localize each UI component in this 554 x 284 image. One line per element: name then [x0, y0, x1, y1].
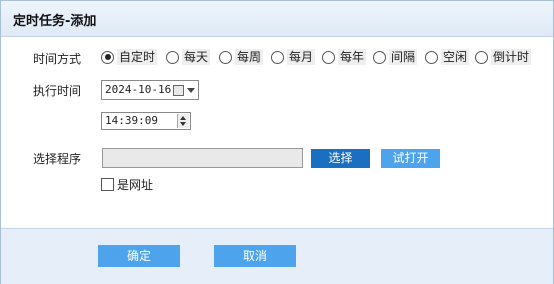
time-value: 14:39:09 [105, 114, 158, 127]
radio-interval-circle[interactable] [373, 50, 386, 64]
ok-button[interactable]: 确定 [98, 245, 180, 267]
spin-down-icon[interactable] [180, 122, 186, 126]
exec-time-label: 执行时间 [33, 84, 82, 98]
radio-daily[interactable]: 每天 [166, 49, 211, 65]
program-path-input[interactable] [102, 148, 303, 168]
radio-weekly[interactable]: 每周 [219, 49, 264, 65]
title-bar: 定时任务-添加 [1, 1, 553, 37]
radio-countdown[interactable]: 倒计时 [475, 49, 532, 65]
calendar-icon[interactable] [173, 85, 184, 96]
radio-yearly-circle[interactable] [322, 50, 335, 64]
radio-weekly-circle[interactable] [219, 50, 232, 64]
checkbox-box[interactable] [101, 178, 114, 191]
is-url-label: 是网址 [117, 178, 154, 192]
radio-idle[interactable]: 空闲 [425, 49, 470, 65]
radio-monthly-circle[interactable] [271, 50, 284, 64]
radio-daily-label: 每天 [182, 49, 211, 65]
timer-task-dialog: 定时任务-添加 时间方式 自定时 每天 每周 每月 每年 间隔 空闲 倒计时 执… [0, 0, 554, 284]
footer-bar: 确定 取消 [1, 228, 553, 284]
test-open-button[interactable]: 试打开 [381, 149, 440, 168]
schedule-label: 时间方式 [33, 52, 82, 66]
radio-custom-circle[interactable] [101, 50, 114, 64]
radio-yearly-label: 每年 [338, 49, 367, 65]
radio-weekly-label: 每周 [235, 49, 264, 65]
select-button[interactable]: 选择 [311, 149, 370, 168]
cancel-button[interactable]: 取消 [214, 245, 296, 267]
radio-idle-circle[interactable] [425, 50, 438, 64]
radio-daily-circle[interactable] [166, 50, 179, 64]
radio-countdown-label: 倒计时 [491, 49, 532, 65]
radio-idle-label: 空闲 [441, 49, 470, 65]
time-spinner[interactable]: 14:39:09 [101, 112, 191, 130]
radio-yearly[interactable]: 每年 [322, 49, 367, 65]
radio-monthly[interactable]: 每月 [271, 49, 316, 65]
radio-interval[interactable]: 间隔 [373, 49, 418, 65]
radio-countdown-circle[interactable] [475, 50, 488, 64]
spinner-buttons[interactable] [177, 114, 189, 128]
radio-interval-label: 间隔 [389, 49, 418, 65]
program-label: 选择程序 [33, 152, 82, 166]
chevron-down-icon[interactable] [187, 88, 195, 93]
date-value: 2024-10-16 [105, 83, 172, 96]
radio-monthly-label: 每月 [287, 49, 316, 65]
is-url-checkbox[interactable]: 是网址 [101, 176, 153, 193]
date-picker[interactable]: 2024-10-16 [101, 80, 199, 100]
spin-up-icon[interactable] [180, 116, 186, 120]
radio-custom-label: 自定时 [117, 49, 158, 65]
dialog-title: 定时任务-添加 [13, 14, 97, 29]
radio-custom[interactable]: 自定时 [101, 49, 158, 65]
